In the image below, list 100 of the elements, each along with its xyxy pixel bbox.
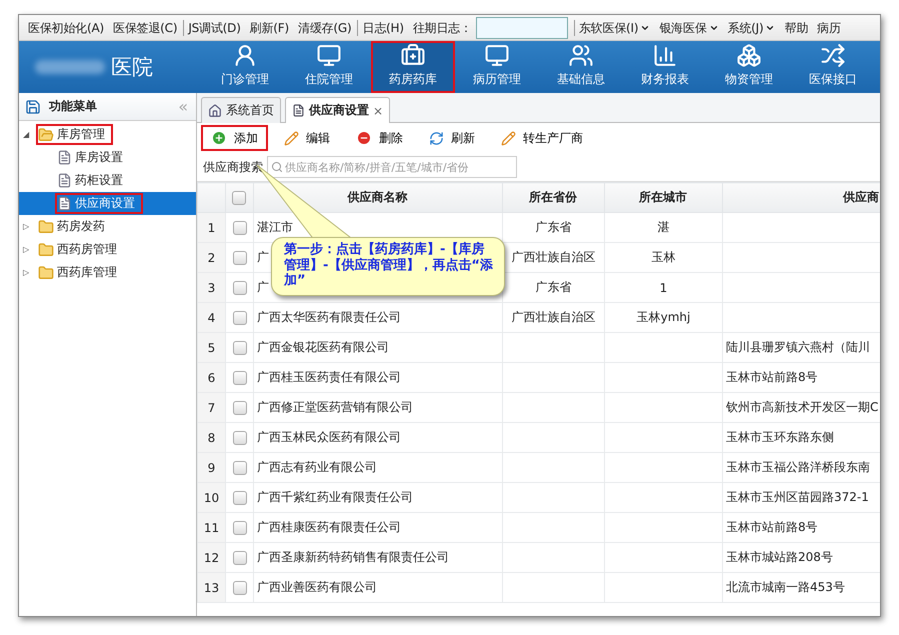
tree-row[interactable]: 药柜设置	[19, 169, 196, 192]
document-icon	[57, 196, 72, 211]
menu-item[interactable]: 清缓存(G)	[292, 20, 356, 36]
row-checkbox[interactable]	[232, 580, 246, 595]
tree-label[interactable]: 库房管理	[36, 124, 113, 145]
menu-item[interactable]: 东软医保(I)	[574, 20, 654, 36]
menu-item[interactable]: 银海医保	[654, 20, 723, 36]
sidebar-title: 功能菜单	[49, 98, 98, 115]
tree-label[interactable]: 供应商设置	[55, 193, 143, 214]
table-cell: 广西太华医药有限责任公司	[257, 310, 401, 324]
menu-item[interactable]: 刷新(F)	[244, 20, 293, 36]
row-number: 1	[198, 212, 226, 242]
row-number: 2	[198, 242, 226, 272]
tree-label[interactable]: 库房设置	[55, 147, 131, 168]
table-cell: 玉林市玉州区苗园路372-1	[726, 490, 869, 504]
row-checkbox[interactable]	[232, 310, 246, 325]
table-cell: 广西桂康医药有限责任公司	[257, 520, 401, 534]
row-checkbox[interactable]	[232, 250, 246, 265]
menu-item[interactable]: 医保签退(C)	[108, 20, 182, 36]
tree-label[interactable]: 药房发药	[36, 216, 113, 237]
row-checkbox[interactable]	[232, 550, 246, 565]
nav-item[interactable]: 住院管理	[287, 41, 371, 93]
table-cell: 玉林市玉福公路洋桥段东南	[726, 460, 870, 474]
tree-row[interactable]: ◢ 库房管理	[19, 123, 196, 146]
menu-item[interactable]: 帮助	[779, 20, 812, 36]
tree-row[interactable]: ▷ 药房发药	[19, 215, 196, 238]
nav-item[interactable]: 财务报表	[623, 41, 707, 93]
row-checkbox[interactable]	[232, 490, 246, 505]
table-cell: 广西壮族自治区	[512, 250, 596, 264]
row-checkbox[interactable]	[232, 520, 246, 535]
home-icon	[208, 104, 222, 118]
table-cell: 湛江市	[257, 220, 293, 234]
nav-item[interactable]: 病历管理	[455, 41, 539, 93]
bar-chart-icon	[652, 43, 678, 68]
blurred-logo-text	[35, 60, 105, 74]
monitor-icon	[316, 43, 342, 68]
nav-item[interactable]: 医保接口	[791, 41, 875, 93]
column-header: 供应商名称	[254, 182, 502, 212]
pencil-icon	[284, 130, 299, 146]
selected-tree-row[interactable]: 供应商设置	[19, 192, 196, 215]
expander-icon: ▷	[23, 268, 33, 277]
row-checkbox[interactable]	[232, 370, 246, 385]
nav-item[interactable]: 门诊管理	[203, 41, 287, 93]
table-cell: 广西千紫红药业有限责任公司	[257, 490, 413, 504]
floppy-icon	[25, 98, 41, 114]
tab[interactable]: 供应商设置 ×	[285, 97, 390, 123]
row-checkbox[interactable]	[232, 430, 246, 445]
column-header: 供应商	[722, 182, 880, 212]
nav-item[interactable]: 药房药库	[371, 41, 455, 93]
table-cell: 广西桂玉医药责任有限公司	[257, 370, 401, 384]
nav-item[interactable]: 基础信息	[539, 41, 623, 93]
table-cell: 广西金银花医药有限公司	[257, 340, 389, 354]
menu-item[interactable]: 病历	[812, 20, 845, 36]
row-number: 3	[198, 272, 226, 302]
tree-label[interactable]: 西药库管理	[36, 262, 125, 283]
shuffle-icon	[820, 43, 846, 68]
menu-item[interactable]: JS调试(D)	[183, 20, 245, 36]
table-cell: 广西玉林民众医药有限公司	[257, 430, 401, 444]
toolbar-button[interactable]: 删除	[346, 125, 413, 151]
document-icon	[57, 173, 72, 188]
log-date-field[interactable]	[476, 16, 568, 38]
row-number: 12	[198, 542, 226, 572]
table-cell: 钦州市高新技术开发区一期C	[726, 400, 878, 414]
column-header: 所在城市	[604, 182, 722, 212]
table-cell: 北流市城南一路453号	[726, 580, 845, 594]
menu-item[interactable]: 系统(J)	[722, 20, 780, 36]
tab[interactable]: 系统首页	[201, 97, 281, 123]
table-cell: 玉林市玉环东路东侧	[726, 430, 834, 444]
row-number: 9	[198, 452, 226, 482]
menu-item[interactable]: 医保初始化(A)	[23, 20, 108, 36]
log-field-label: 往期日志：	[412, 20, 473, 36]
row-checkbox[interactable]	[232, 340, 246, 355]
tree-row[interactable]: ▷ 西药库管理	[19, 261, 196, 284]
table-cell: 广	[257, 280, 269, 294]
tree-label[interactable]: 药柜设置	[55, 170, 131, 191]
add-icon	[211, 130, 227, 146]
close-icon[interactable]: ×	[373, 104, 384, 118]
table-cell: 玉林市站前路8号	[726, 520, 818, 534]
tree-row[interactable]: 库房设置	[19, 146, 196, 169]
toolbar-button[interactable]: 刷新	[419, 125, 485, 151]
table-cell: 湛	[658, 220, 670, 234]
row-checkbox[interactable]	[232, 460, 246, 475]
tree-row[interactable]: ▷ 西药房管理	[19, 238, 196, 261]
nav-item[interactable]: 物资管理	[707, 41, 791, 93]
search-field[interactable]: 供应商名称/简称/拼音/五笔/城市/省份	[267, 156, 517, 178]
toolbar-button[interactable]: 编辑	[274, 125, 340, 151]
row-checkbox[interactable]	[232, 280, 246, 295]
medical-kit-icon	[400, 43, 426, 68]
row-checkbox[interactable]	[232, 220, 246, 235]
row-number: 10	[198, 482, 226, 512]
column-header: 所在省份	[502, 182, 604, 212]
table-cell: 玉林市站前路8号	[726, 370, 818, 384]
table-cell: 玉林	[652, 250, 676, 264]
select-all-checkbox[interactable]	[232, 190, 246, 205]
row-number: 6	[198, 362, 226, 392]
tree-label[interactable]: 西药房管理	[36, 239, 125, 260]
toolbar-button[interactable]: 添加	[201, 125, 268, 151]
toolbar-button[interactable]: 转生产厂商	[491, 125, 593, 151]
row-checkbox[interactable]	[232, 400, 246, 415]
menu-item[interactable]: 日志(H)	[357, 20, 408, 36]
